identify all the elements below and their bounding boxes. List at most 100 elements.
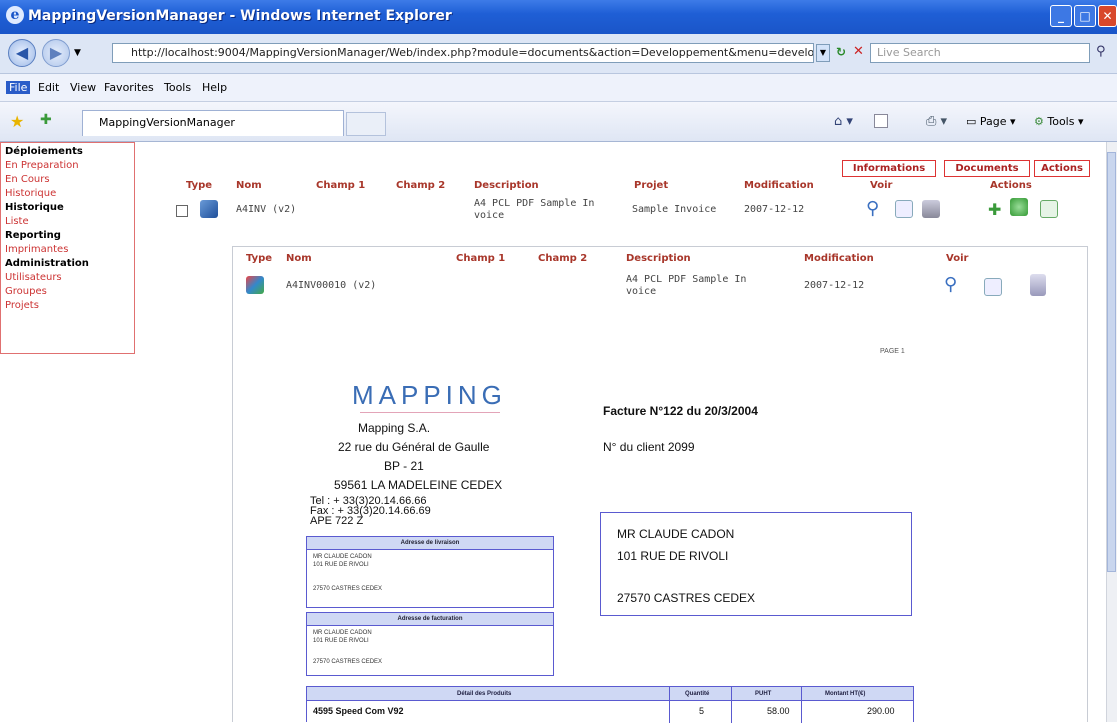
sidebar-item-projets[interactable]: Projets	[5, 299, 130, 313]
minimize-icon[interactable]: _	[1050, 5, 1072, 27]
action-refresh-icon[interactable]	[1010, 198, 1028, 216]
tab-label: MappingVersionManager	[99, 116, 235, 129]
billing-street: 101 RUE DE RIVOLI	[313, 638, 369, 644]
menu-favorites[interactable]: Favorites	[104, 81, 154, 94]
favorites-star-icon[interactable]: ★	[10, 112, 24, 131]
back-icon[interactable]: ◀	[8, 39, 36, 67]
col-champ1: Champ 1	[316, 180, 366, 191]
company-ape: APE 722 Z	[310, 515, 364, 527]
tools-menu-label: Tools	[1047, 115, 1075, 128]
action-add-icon[interactable]: ✚	[988, 200, 1001, 219]
products-col-unit: PUHT	[755, 691, 772, 697]
print-icon[interactable]: ⎙ ▾	[926, 114, 947, 129]
sidebar-heading-administration: Administration	[5, 258, 89, 269]
close-icon[interactable]: ✕	[1098, 5, 1117, 27]
delivery-street: 101 RUE DE RIVOLI	[313, 562, 369, 568]
action-deploy-icon[interactable]	[1040, 200, 1058, 218]
row-description-l2: voice	[474, 210, 505, 221]
page-menu-label: Page	[979, 115, 1007, 128]
col-actions: Actions	[990, 180, 1032, 191]
refresh-icon[interactable]: ↻	[836, 45, 846, 59]
page-menu[interactable]: ▭ Page ▾	[966, 115, 1016, 128]
product-unit-price: 58.00	[767, 706, 790, 716]
menu-edit[interactable]: Edit	[38, 81, 59, 94]
window-title: MappingVersionManager - Windows Internet…	[28, 8, 452, 24]
forward-icon[interactable]: ▶	[42, 39, 70, 67]
col-champ2: Champ 2	[396, 180, 446, 191]
delivery-city: 27570 CASTRES CEDEX	[313, 586, 383, 592]
address-bar[interactable]: http://localhost:9004/MappingVersionMana…	[112, 43, 814, 63]
search-input[interactable]: Live Search	[870, 43, 1090, 63]
billing-address-box: Adresse de facturation MR CLAUDE CADON 1…	[306, 612, 554, 676]
stop-icon[interactable]: ✕	[853, 44, 864, 59]
sidebar-heading-deploiements: Déploiements	[5, 146, 83, 157]
row-checkbox[interactable]	[176, 205, 188, 217]
menu-bar: File Edit View Favorites Tools Help	[0, 74, 1117, 102]
col-nom: Nom	[236, 180, 262, 191]
products-divider	[669, 687, 670, 723]
history-dropdown-icon[interactable]: ▼	[74, 48, 81, 58]
billing-city: 27570 CASTRES CEDEX	[313, 659, 383, 665]
sidebar-item-imprimantes[interactable]: Imprimantes	[5, 243, 130, 257]
recipient-street: 101 RUE DE RIVOLI	[617, 549, 729, 563]
products-header-row	[307, 687, 913, 701]
view-magnifier-icon[interactable]: ⚲	[866, 198, 879, 219]
sidebar-heading-reporting: Reporting	[5, 230, 61, 241]
tab-bar: ★ ✚ MappingVersionManager ⌂ ▾ ⎙ ▾ ▭ Page…	[0, 102, 1117, 142]
scrollbar-thumb[interactable]	[1107, 152, 1116, 572]
menu-file[interactable]: File	[6, 81, 31, 94]
sidebar: Déploiements En Preparation En Cours His…	[0, 142, 135, 354]
col-type: Type	[186, 180, 213, 191]
search-icon[interactable]: ⚲	[1096, 44, 1106, 59]
tab-actions[interactable]: Actions	[1034, 160, 1090, 177]
billing-name: MR CLAUDE CADON	[313, 630, 372, 636]
client-number: N° du client 2099	[603, 440, 695, 454]
tab-informations[interactable]: Informations	[842, 160, 936, 177]
company-logo: MAPPING	[352, 380, 507, 410]
product-name: 4595 Speed Com V92	[313, 706, 404, 716]
address-toolbar: ◀ ▶ ▼ http://localhost:9004/MappingVersi…	[0, 34, 1117, 74]
home-icon[interactable]: ⌂ ▾	[834, 114, 853, 129]
invoice-title: Facture N°122 du 20/3/2004	[603, 404, 758, 418]
col-modification: Modification	[744, 180, 814, 191]
row-description-l1: A4 PCL PDF Sample In	[474, 198, 595, 209]
products-col-detail: Détail des Produits	[457, 691, 512, 697]
document-type-icon	[200, 200, 218, 218]
company-city: 59561 LA MADELEINE CEDEX	[334, 478, 503, 492]
sidebar-item-liste[interactable]: Liste	[5, 215, 130, 229]
menu-help[interactable]: Help	[202, 81, 227, 94]
products-divider	[731, 687, 732, 723]
company-name: Mapping S.A.	[358, 421, 431, 435]
products-divider	[801, 687, 802, 723]
feeds-icon[interactable]	[874, 114, 888, 128]
menu-view[interactable]: View	[70, 81, 96, 94]
view-info-icon[interactable]	[895, 200, 913, 218]
row-projet: Sample Invoice	[632, 204, 717, 215]
print-document-icon[interactable]	[922, 200, 940, 218]
address-dropdown-icon[interactable]: ▼	[816, 44, 830, 62]
delivery-name: MR CLAUDE CADON	[313, 554, 372, 560]
sidebar-item-en-preparation[interactable]: En Preparation	[5, 159, 130, 173]
ie-logo-icon: e	[6, 6, 24, 24]
tools-menu[interactable]: ⚙ Tools ▾	[1034, 115, 1084, 128]
sidebar-item-historique-deploiements[interactable]: Historique	[5, 187, 130, 201]
new-tab-button[interactable]	[346, 112, 386, 136]
sidebar-item-en-cours[interactable]: En Cours	[5, 173, 130, 187]
maximize-icon[interactable]: □	[1074, 5, 1096, 27]
tab-documents[interactable]: Documents	[944, 160, 1030, 177]
products-col-qty: Quantité	[685, 691, 710, 697]
product-qty: 5	[699, 706, 705, 716]
add-favorite-icon[interactable]: ✚	[40, 112, 52, 128]
url-text: http://localhost:9004/MappingVersionMana…	[131, 46, 814, 59]
recipient-name: MR CLAUDE CADON	[617, 527, 735, 541]
company-bp: BP - 21	[384, 459, 424, 473]
product-total: 290.00	[867, 706, 895, 716]
tab-mappingversionmanager[interactable]: MappingVersionManager	[82, 110, 344, 136]
row-nom[interactable]: A4INV (v2)	[236, 204, 296, 215]
col-projet: Projet	[634, 180, 669, 191]
sidebar-item-groupes[interactable]: Groupes	[5, 285, 130, 299]
products-table: Détail des Produits Quantité PUHT Montan…	[306, 686, 914, 723]
sidebar-heading-historique: Historique	[5, 202, 64, 213]
menu-tools[interactable]: Tools	[164, 81, 191, 94]
sidebar-item-utilisateurs[interactable]: Utilisateurs	[5, 271, 130, 285]
